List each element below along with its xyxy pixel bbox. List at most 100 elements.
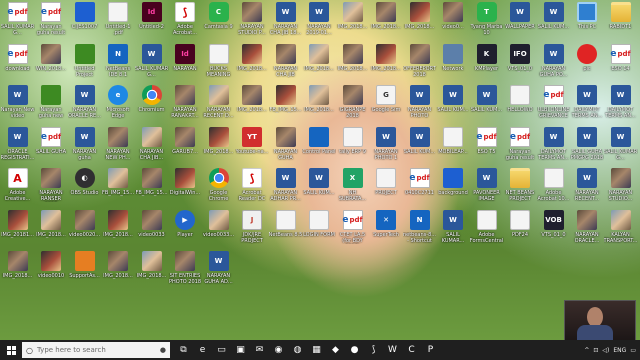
- desktop-icon[interactable]: pdf 0410C2711: [403, 168, 436, 210]
- desktop-icon[interactable]: BUCKS MEANING: [202, 43, 235, 86]
- desktop-icon[interactable]: Adobe FormsCentral: [470, 209, 503, 252]
- desktop-icon[interactable]: W DAILYMOT TERMS AN...: [571, 85, 604, 127]
- desktop-icon[interactable]: IMG_2018...: [202, 126, 235, 169]
- desktop-icon[interactable]: tally ERP 9: [336, 126, 369, 169]
- chrome-icon[interactable]: ◍: [288, 340, 307, 360]
- desktop-icon[interactable]: WIN_2018...: [35, 43, 68, 86]
- desktop-icon[interactable]: W SALIL KUM...: [537, 2, 570, 44]
- photos-icon[interactable]: ▦: [307, 340, 326, 360]
- desktop-icon[interactable]: W DAILYMOT TERMS AN...: [604, 85, 637, 127]
- tray-chevron-icon[interactable]: ^: [584, 347, 589, 354]
- desktop-icon[interactable]: video0010: [35, 251, 68, 293]
- desktop-icon[interactable]: pdfSALIL GUHA: [35, 126, 68, 169]
- desktop-icon[interactable]: video0020...: [68, 209, 101, 252]
- desktop-icon[interactable]: N NetBeans IDE 8.1: [102, 43, 135, 86]
- desktop-icon[interactable]: HELLOWO: [504, 85, 537, 127]
- desktop-icon[interactable]: background: [437, 168, 470, 210]
- desktop-icon[interactable]: Id Untitled-2: [135, 2, 168, 44]
- desktop-icon[interactable]: IMG_2018...: [236, 43, 269, 86]
- desktop-icon[interactable]: IMG_2018...: [1, 251, 34, 293]
- desktop-icon[interactable]: MOBILEAP...: [437, 126, 470, 169]
- desktop-icon[interactable]: Id NARAYAN: [169, 43, 202, 86]
- edge-icon[interactable]: e: [193, 340, 212, 360]
- desktop-icon[interactable]: Control Panel: [302, 126, 336, 169]
- desktop-icon[interactable]: W PAVONEER IMAGE: [470, 168, 503, 210]
- desktop-icon[interactable]: LOGIN FORM: [303, 209, 336, 252]
- desktop-icon[interactable]: W WALLPAPER: [504, 2, 537, 44]
- desktop-icon[interactable]: CIJES1007: [68, 2, 101, 44]
- desktop-icon[interactable]: IMG_2018...: [303, 85, 336, 127]
- desktop-icon[interactable]: SIT ENTRIES PHOTO 2018: [169, 251, 202, 293]
- desktop-icon[interactable]: e Microsoft Edge: [102, 85, 135, 127]
- desktop-icon[interactable]: W ORACLE REGISTRATI...: [1, 126, 34, 169]
- desktop-icon[interactable]: W NARAYAN GUHA PO...: [537, 43, 570, 86]
- desktop-icon[interactable]: NARAYAN RANAKRT...: [169, 85, 202, 127]
- desktop-icon[interactable]: W NARAYAN ADHAR PR...: [269, 168, 302, 210]
- desktop-icon[interactable]: Google Chrome: [202, 168, 235, 210]
- desktop-icon[interactable]: Nnetbeans-8... - Shortcut: [403, 209, 436, 252]
- desktop-icon[interactable]: J JDK/JRE PROJECT: [236, 209, 269, 252]
- desktop-icon[interactable]: IMG_2018...: [370, 43, 403, 86]
- desktop-icon[interactable]: PROJECT: [370, 168, 403, 210]
- desktop-icon[interactable]: RABIDT1: [604, 2, 637, 44]
- desktop-icon[interactable]: K KMPlayer: [470, 43, 503, 86]
- desktop-icon[interactable]: W NARAYAN 2019-01...: [303, 2, 336, 44]
- desktop-icon[interactable]: W NARAYAN GUHA AD...: [202, 251, 235, 293]
- desktop-icon[interactable]: IMG_2018...: [102, 251, 135, 293]
- desktop-icon[interactable]: T Tyang Marba 10: [470, 2, 503, 44]
- desktop-icon[interactable]: IMG_2018...: [370, 2, 403, 44]
- desktop-icon[interactable]: NARAYAN CHA JIB...: [135, 126, 168, 169]
- desktop-icon[interactable]: Untitled-1 .pdf: [102, 2, 135, 44]
- desktop-icon[interactable]: NET BEANS PROJECT: [504, 168, 537, 210]
- desktop-icon[interactable]: IMG_20181...: [1, 209, 34, 252]
- desktop-icon[interactable]: ⟆ Acrobat Reader DC: [236, 168, 269, 210]
- file-explorer-icon[interactable]: ▭: [212, 340, 231, 360]
- search-box[interactable]: ○ Type here to search ●: [22, 342, 170, 358]
- media-icon[interactable]: ◆: [326, 340, 345, 360]
- desktop-icon[interactable]: FB_IMG_15...: [102, 168, 135, 210]
- desktop-icon[interactable]: NARAYAN STUDIO P...: [236, 2, 269, 44]
- desktop-icon[interactable]: FB_IMG_15...: [269, 85, 302, 127]
- desktop-icon[interactable]: YT Youtube-na...: [236, 126, 269, 169]
- desktop-icon[interactable]: W SALIL GUHA PMGPG 2018: [571, 126, 604, 169]
- desktop-icon[interactable]: NARAYAN RANSER 2018: [35, 168, 68, 210]
- desktop-icon[interactable]: OFFEREPORT 2018: [403, 43, 436, 86]
- microphone-icon[interactable]: ●: [160, 346, 166, 354]
- language-indicator[interactable]: ENG: [613, 347, 626, 354]
- desktop-icon[interactable]: VOB VTS_01_0: [537, 209, 570, 252]
- desktop-icon[interactable]: Untitled Project: [68, 43, 101, 86]
- desktop-icon[interactable]: KALYAN TRANSPORT...: [604, 209, 637, 252]
- desktop-icon[interactable]: IMG_2018...: [102, 209, 135, 252]
- desktop-icon[interactable]: W SALIL KUM...: [303, 168, 336, 210]
- desktop-icon[interactable]: X NH SUBRATA...: [336, 168, 369, 210]
- word-icon[interactable]: W: [383, 340, 402, 360]
- camtasia-icon[interactable]: C: [402, 340, 421, 360]
- desktop-icon[interactable]: NARAYAN NEW PH...: [102, 126, 135, 169]
- task-view-icon[interactable]: ⧉: [174, 340, 193, 360]
- desktop-icon[interactable]: IFO VTS_01_0: [504, 43, 537, 86]
- desktop-icon[interactable]: IMG_2018...: [303, 43, 336, 86]
- desktop-icon[interactable]: C Camtasia 9: [202, 2, 235, 44]
- desktop-icon[interactable]: W SALIL KUM...: [437, 85, 470, 127]
- desktop-icon[interactable]: W NARAYAN RECENT...: [571, 168, 604, 210]
- desktop-icon[interactable]: IMG_2018...: [336, 43, 369, 86]
- desktop-icon[interactable]: video0033: [135, 209, 168, 252]
- desktop-icon[interactable]: IMG_2018...: [35, 209, 68, 252]
- desktop-icon[interactable]: NARAYAN STUDIO...: [604, 168, 637, 210]
- acrobat-icon[interactable]: ⟆: [364, 340, 383, 360]
- desktop-icon[interactable]: pdfESO 14: [604, 43, 637, 86]
- desktop-icon[interactable]: pdf SALIL KUMAR G...: [1, 2, 34, 44]
- start-button[interactable]: [0, 340, 22, 360]
- desktop-icon[interactable]: Adobe Acrobat 10...: [537, 168, 570, 210]
- desktop-icon[interactable]: ◐ OBS Studio: [68, 168, 101, 210]
- desktop-icon[interactable]: FB_IMG_15...: [135, 168, 168, 210]
- desktop-icon[interactable]: pdfCTET LA.5 (for BDY 2018): [336, 209, 369, 252]
- desktop-icon[interactable]: IMG_2018...: [236, 85, 269, 127]
- desktop-icon[interactable]: ✕ SuperTech: [370, 209, 403, 252]
- desktop-icon[interactable]: W NARAYAN PHOTO 1: [370, 126, 403, 169]
- desktop-icon[interactable]: W NARAYAN PHOTO: [403, 85, 436, 127]
- store-icon[interactable]: ▣: [231, 340, 250, 360]
- desktop-icon[interactable]: Network: [437, 43, 470, 86]
- desktop-icon[interactable]: pdfNarayan guha result: [504, 126, 537, 169]
- desktop-icon[interactable]: W DAILYMOT TERMS AN...: [537, 126, 570, 169]
